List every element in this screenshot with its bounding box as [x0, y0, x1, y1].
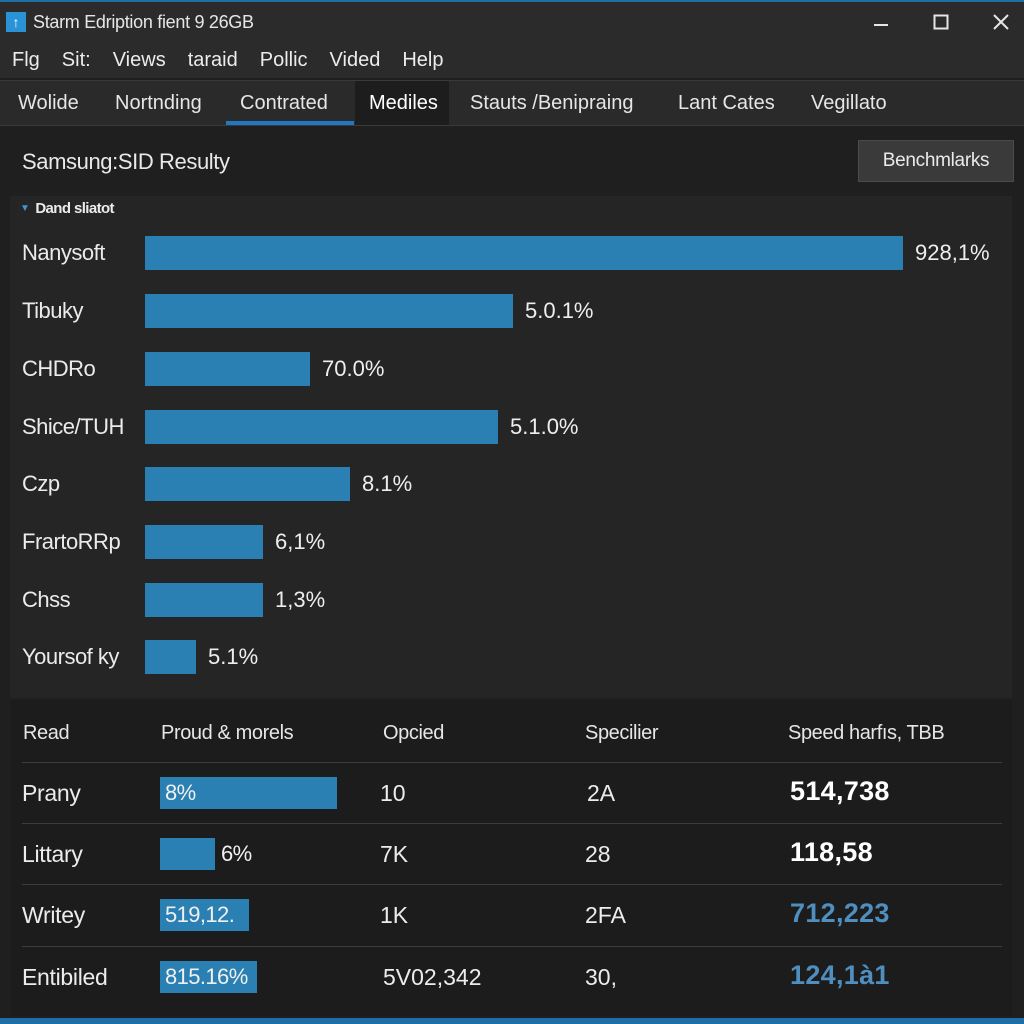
bar-value-label: 70.0% — [322, 356, 385, 381]
cell-opcied: 5V02,342 — [383, 964, 482, 990]
column-header[interactable]: Read — [23, 722, 70, 745]
bar-row: Shice/TUH 5.1.0% — [0, 410, 1024, 444]
bar-category-label: Tibuky — [22, 298, 83, 323]
bar-row: Czp 8.1% — [0, 467, 1024, 501]
bar-category-label: Yoursof ky — [22, 644, 119, 669]
minimize-button[interactable] — [851, 2, 911, 42]
collapse-triangle-icon: ▼ — [20, 203, 30, 214]
row-name: Prany — [22, 780, 81, 806]
bar — [145, 640, 196, 674]
tab[interactable]: Vegillato — [797, 81, 901, 125]
cell-specilier: 2FA — [585, 902, 626, 928]
row-name: Littary — [22, 841, 83, 867]
menu-item[interactable]: Sit: — [51, 49, 102, 72]
chart-panel — [10, 196, 1012, 698]
window-bottom-edge — [0, 1018, 1024, 1024]
bar-value-label: 5.1.0% — [510, 414, 579, 439]
column-header[interactable]: Speed harfıs, TBB — [788, 722, 945, 745]
panel-title: Samsung:SID Resulty — [22, 149, 230, 174]
bar — [145, 294, 513, 328]
tab[interactable]: Stauts /Benipraing — [456, 81, 647, 125]
tab[interactable]: Nortnding — [101, 81, 216, 125]
minimize-icon — [874, 24, 888, 26]
row-name: Writey — [22, 902, 85, 928]
bar-value-label: 5.1% — [208, 644, 259, 669]
column-header[interactable]: Specilier — [585, 722, 659, 745]
bar-row: Nanysoft 928,1% — [0, 236, 1024, 270]
row-divider — [22, 946, 1002, 947]
row-divider — [22, 823, 1002, 824]
maximize-button[interactable] — [911, 2, 971, 42]
row-name: Entibiled — [22, 964, 108, 990]
menu-item[interactable]: Flg — [0, 49, 51, 72]
progress-label: 519,12. — [165, 902, 235, 927]
menu-item[interactable]: Vided — [319, 49, 392, 72]
cell-specilier: 28 — [585, 841, 611, 867]
row-divider — [22, 884, 1002, 885]
bar-category-label: Nanysoft — [22, 240, 105, 265]
bar — [145, 236, 903, 270]
bar-row: CHDRo 70.0% — [0, 352, 1024, 386]
row-divider — [22, 762, 1002, 763]
bar-row: FrartoRRp 6,1% — [0, 525, 1024, 559]
section-toggle[interactable]: ▼ Dand sliatot — [20, 200, 115, 217]
bar-category-label: Chss — [22, 587, 71, 612]
menu-item[interactable]: taraid — [177, 49, 249, 72]
maximize-icon — [933, 14, 949, 30]
bar-value-label: 928,1% — [915, 240, 990, 265]
cell-opcied: 10 — [380, 780, 406, 806]
tab-bar: Wolide Nortnding Contrated Mediles Staut… — [0, 80, 1024, 126]
section-label: Dand sliatot — [35, 200, 114, 217]
menu-bar: Flg Sit: Views taraid Pollic Vided Help — [0, 42, 1024, 78]
bar-row: Chss 1,3% — [0, 583, 1024, 617]
progress-label: 8% — [165, 780, 196, 805]
bar-category-label: FrartoRRp — [22, 529, 121, 554]
tab-underlined[interactable]: Contrated — [226, 81, 354, 125]
bar-category-label: Czp — [22, 471, 60, 496]
progress-label: 815.16% — [165, 964, 248, 989]
column-header[interactable]: Proud & morels — [161, 722, 294, 745]
close-button[interactable] — [971, 2, 1024, 42]
cell-specilier: 30, — [585, 964, 617, 990]
progress-label: 6% — [221, 841, 252, 866]
menu-item[interactable]: Pollic — [249, 49, 319, 72]
speed-value: 712,223 — [790, 898, 890, 928]
bar — [145, 352, 310, 386]
bar — [145, 467, 350, 501]
cell-opcied: 1K — [380, 902, 409, 928]
menu-item[interactable]: Views — [102, 49, 177, 72]
close-icon — [993, 14, 1009, 30]
tab[interactable]: Wolide — [4, 81, 93, 125]
bar-value-label: 5.0.1% — [525, 298, 594, 323]
bar — [145, 410, 498, 444]
bar-row: Yoursof ky 5.1% — [0, 640, 1024, 674]
menu-item[interactable]: Help — [391, 49, 454, 72]
bar — [145, 583, 263, 617]
title-bar: ↑ Starm Edription fient 9 26GB — [0, 0, 1024, 42]
speed-value: 514,738 — [790, 776, 890, 806]
bar-value-label: 6,1% — [275, 529, 326, 554]
speed-value: 124,1à1 — [790, 960, 890, 990]
bar-category-label: CHDRo — [22, 356, 96, 381]
progress-bar — [160, 838, 215, 870]
cell-specilier: 2A — [587, 780, 616, 806]
tab-selected[interactable]: Mediles — [355, 81, 449, 125]
bar-row: Tibuky 5.0.1% — [0, 294, 1024, 328]
bar-value-label: 8.1% — [362, 471, 413, 496]
bar — [145, 525, 263, 559]
pin-app-icon: ↑ — [6, 12, 26, 32]
cell-opcied: 7K — [380, 841, 409, 867]
speed-value: 118,58 — [790, 837, 873, 867]
benchmarks-button[interactable]: Benchmlarks — [858, 140, 1014, 182]
bar-category-label: Shice/TUH — [22, 414, 124, 439]
window-title: Starm Edription fient 9 26GB — [33, 11, 254, 32]
tab[interactable]: Lant Cates — [664, 81, 789, 125]
column-header[interactable]: Opcied — [383, 722, 444, 745]
bar-value-label: 1,3% — [275, 587, 326, 612]
